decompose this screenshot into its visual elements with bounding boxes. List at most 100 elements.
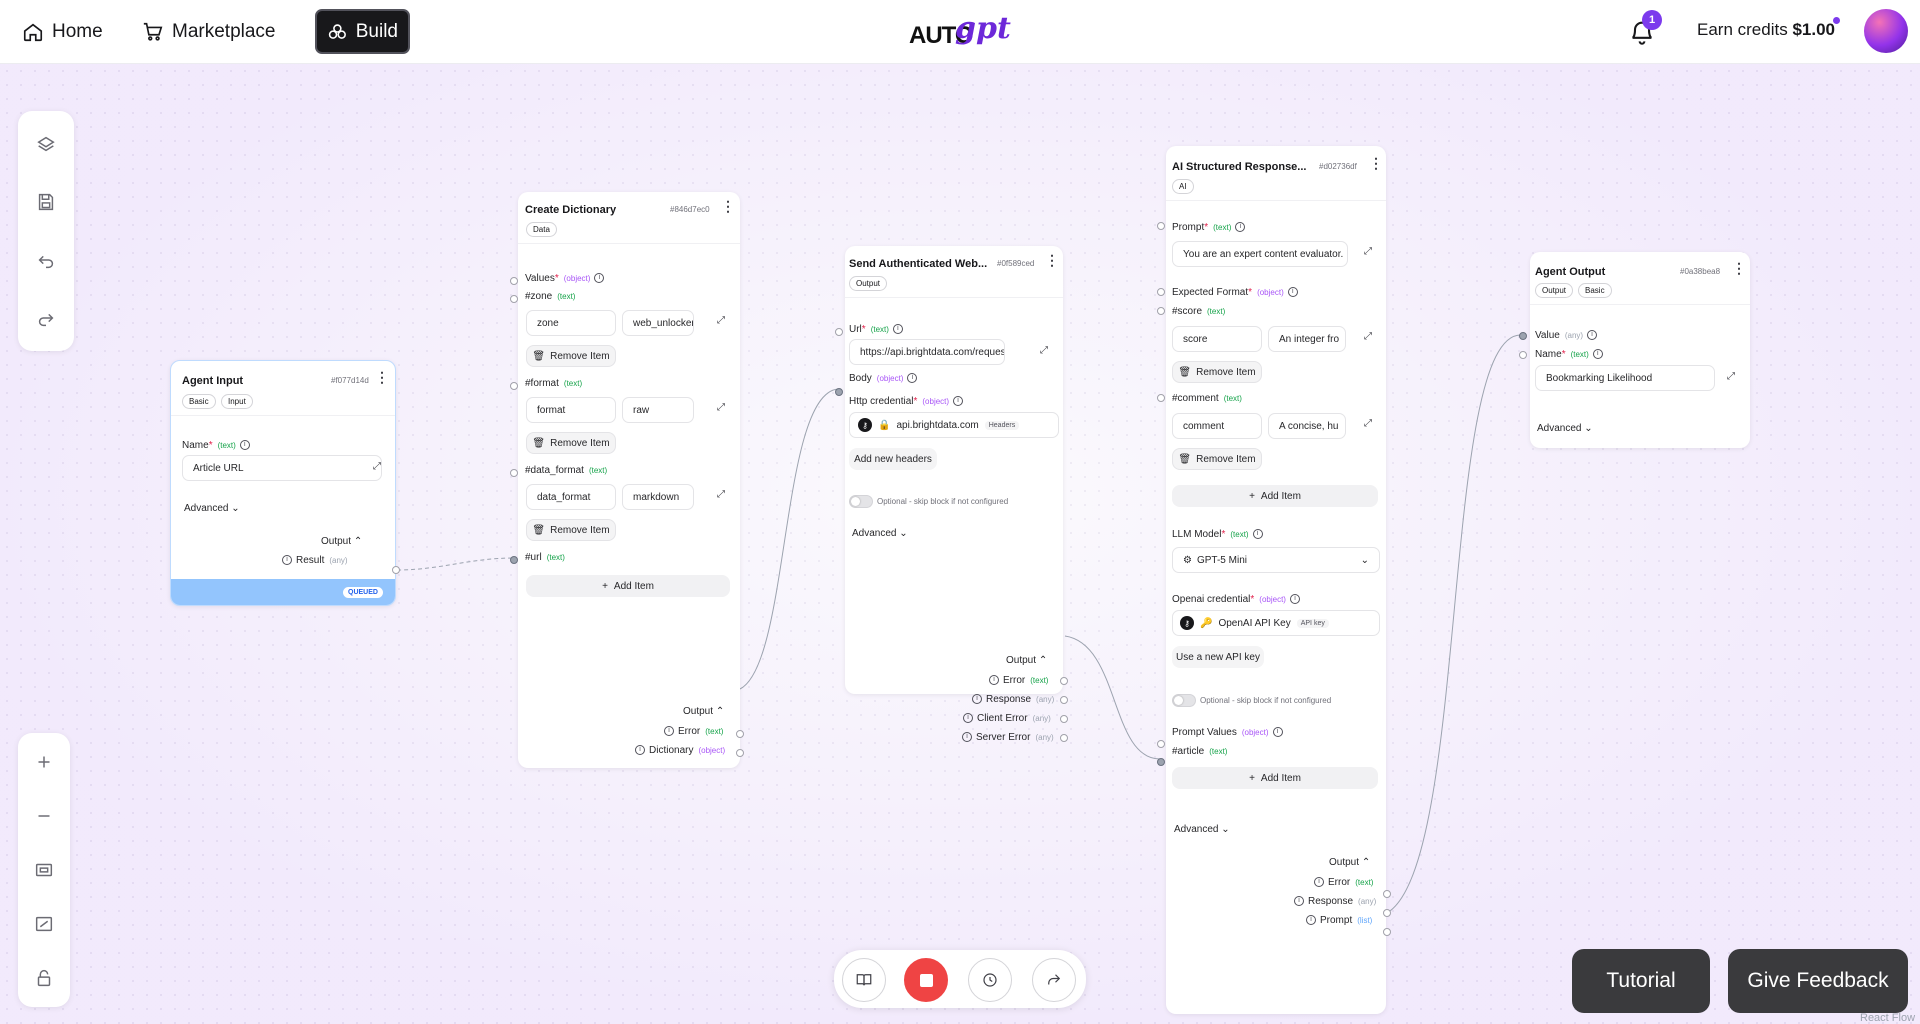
autogpt-logo[interactable]: AUTO gpt xyxy=(906,8,1012,54)
info-icon[interactable]: i xyxy=(1587,330,1598,341)
advanced-toggle[interactable]: Advanced ⌄ xyxy=(184,503,240,514)
info-icon[interactable]: i xyxy=(907,373,918,384)
output-toggle[interactable]: Output ⌃ xyxy=(1006,655,1047,666)
info-icon[interactable]: i xyxy=(972,694,982,705)
node-agent-input[interactable]: Agent Input #f077d14d ⋮ Basic Input Name… xyxy=(170,360,396,606)
handle-dictionary-out[interactable] xyxy=(736,749,744,757)
handle-error-out[interactable] xyxy=(1060,677,1068,685)
give-feedback-button[interactable]: Give Feedback xyxy=(1728,949,1908,1013)
handle-body-in[interactable] xyxy=(835,388,843,396)
info-icon[interactable]: i xyxy=(282,555,292,566)
info-icon[interactable]: i xyxy=(1252,529,1263,540)
expand-icon[interactable]: ⤢ xyxy=(717,315,725,326)
info-icon[interactable]: i xyxy=(1235,222,1246,233)
handle-client-error-out[interactable] xyxy=(1060,715,1068,723)
optional-toggle[interactable] xyxy=(849,495,873,508)
node-ai-structured-response[interactable]: AI Structured Response... #d02736df ⋮ AI… xyxy=(1166,146,1386,1014)
handle-article-in[interactable] xyxy=(1157,758,1165,766)
entry-value-input[interactable]: web_unlocker xyxy=(622,310,694,336)
output-toggle[interactable]: Output ⌃ xyxy=(321,536,362,547)
remove-item-button[interactable]: 🗑 Remove Item xyxy=(1172,448,1262,470)
add-item-button[interactable]: + Add Item xyxy=(1172,767,1378,789)
handle-error-out[interactable] xyxy=(736,730,744,738)
handle-value-in[interactable] xyxy=(1519,332,1527,340)
handle-format-in[interactable] xyxy=(510,382,518,390)
info-icon[interactable]: i xyxy=(962,732,972,743)
name-input[interactable]: Article URL xyxy=(182,455,382,481)
expand-icon[interactable]: ⤢ xyxy=(717,489,725,500)
info-icon[interactable]: i xyxy=(1592,349,1603,360)
info-icon[interactable]: i xyxy=(1306,915,1316,926)
info-icon[interactable]: i xyxy=(594,273,605,284)
handle-url-in[interactable] xyxy=(510,556,518,564)
handle-server-error-out[interactable] xyxy=(1060,734,1068,742)
info-icon[interactable]: i xyxy=(239,440,250,451)
handle-values-in[interactable] xyxy=(510,277,518,285)
info-icon[interactable]: i xyxy=(1294,896,1304,907)
expand-icon[interactable]: ⤢ xyxy=(1040,345,1048,356)
handle-comment-in[interactable] xyxy=(1157,394,1165,402)
info-icon[interactable]: i xyxy=(989,675,999,686)
info-icon[interactable]: i xyxy=(1314,877,1324,888)
zoom-in-button[interactable] xyxy=(18,735,70,789)
output-toggle[interactable]: Output ⌃ xyxy=(683,706,724,717)
entry-value-input[interactable]: A concise, hu xyxy=(1268,413,1346,439)
node-menu-icon[interactable]: ⋮ xyxy=(721,199,735,213)
guide-button[interactable] xyxy=(842,958,886,1002)
remove-item-button[interactable]: 🗑 Remove Item xyxy=(526,432,616,454)
expand-icon[interactable]: ⤢ xyxy=(1364,418,1372,429)
optional-toggle[interactable] xyxy=(1172,694,1196,707)
remove-item-button[interactable]: 🗑 Remove Item xyxy=(526,519,616,541)
fullscreen-button[interactable] xyxy=(18,897,70,951)
handle-expected-format-in[interactable] xyxy=(1157,288,1165,296)
http-credential-select[interactable]: ⚷ 🔒 api.brightdata.com Headers xyxy=(849,412,1059,438)
openai-credential-select[interactable]: ⚷ 🔑 OpenAI API Key API key xyxy=(1172,610,1380,636)
info-icon[interactable]: i xyxy=(1287,287,1298,298)
tutorial-button[interactable]: Tutorial xyxy=(1572,949,1710,1013)
nav-marketplace-link[interactable]: Marketplace xyxy=(132,12,286,52)
blocks-button[interactable] xyxy=(20,115,72,173)
stop-button[interactable] xyxy=(904,958,948,1002)
entry-key-input[interactable]: score xyxy=(1172,326,1262,352)
fit-view-button[interactable] xyxy=(18,843,70,897)
info-icon[interactable]: i xyxy=(963,713,973,724)
avatar[interactable] xyxy=(1864,9,1908,53)
handle-zone-in[interactable] xyxy=(510,295,518,303)
undo-button[interactable] xyxy=(20,231,72,289)
info-icon[interactable]: i xyxy=(1289,594,1300,605)
save-button[interactable] xyxy=(20,173,72,231)
lock-button[interactable] xyxy=(18,951,70,1005)
handle-prompt-out[interactable] xyxy=(1383,928,1391,936)
redo-button[interactable] xyxy=(20,289,72,347)
node-create-dictionary[interactable]: Create Dictionary #846d7ec0 ⋮ Data Value… xyxy=(518,192,740,768)
name-input[interactable]: Bookmarking Likelihood xyxy=(1535,365,1715,391)
handle-url-in[interactable] xyxy=(835,328,843,336)
advanced-toggle[interactable]: Advanced ⌄ xyxy=(1537,423,1593,434)
node-menu-icon[interactable]: ⋮ xyxy=(1369,156,1383,170)
handle-response-out[interactable] xyxy=(1060,696,1068,704)
entry-key-input[interactable]: format xyxy=(526,397,616,423)
handle-result-out[interactable] xyxy=(392,566,400,574)
use-new-api-key-button[interactable]: Use a new API key xyxy=(1172,646,1264,668)
advanced-toggle[interactable]: Advanced ⌄ xyxy=(1174,824,1230,835)
handle-prompt-in[interactable] xyxy=(1157,222,1165,230)
expand-icon[interactable]: ⤢ xyxy=(1364,246,1372,257)
handle-score-in[interactable] xyxy=(1157,307,1165,315)
expand-icon[interactable]: ⤢ xyxy=(1727,371,1735,382)
history-button[interactable] xyxy=(968,958,1012,1002)
expand-icon[interactable]: ⤢ xyxy=(1364,331,1372,342)
remove-item-button[interactable]: 🗑 Remove Item xyxy=(526,345,616,367)
node-send-authenticated-web[interactable]: Send Authenticated Web... #0f589ced ⋮ Ou… xyxy=(845,246,1063,694)
nav-build-link[interactable]: Build xyxy=(315,9,410,54)
info-icon[interactable]: i xyxy=(664,726,674,737)
node-menu-icon[interactable]: ⋮ xyxy=(375,370,389,384)
node-agent-output[interactable]: Agent Output #0a38bea8 ⋮ Output Basic Va… xyxy=(1530,252,1750,448)
handle-error-out[interactable] xyxy=(1383,890,1391,898)
expand-icon[interactable]: ⤢ xyxy=(373,461,381,472)
handle-data-format-in[interactable] xyxy=(510,469,518,477)
entry-key-input[interactable]: comment xyxy=(1172,413,1262,439)
output-toggle[interactable]: Output ⌃ xyxy=(1329,857,1370,868)
entry-value-input[interactable]: markdown xyxy=(622,484,694,510)
node-menu-icon[interactable]: ⋮ xyxy=(1045,253,1059,267)
nav-home-link[interactable]: Home xyxy=(12,12,113,52)
